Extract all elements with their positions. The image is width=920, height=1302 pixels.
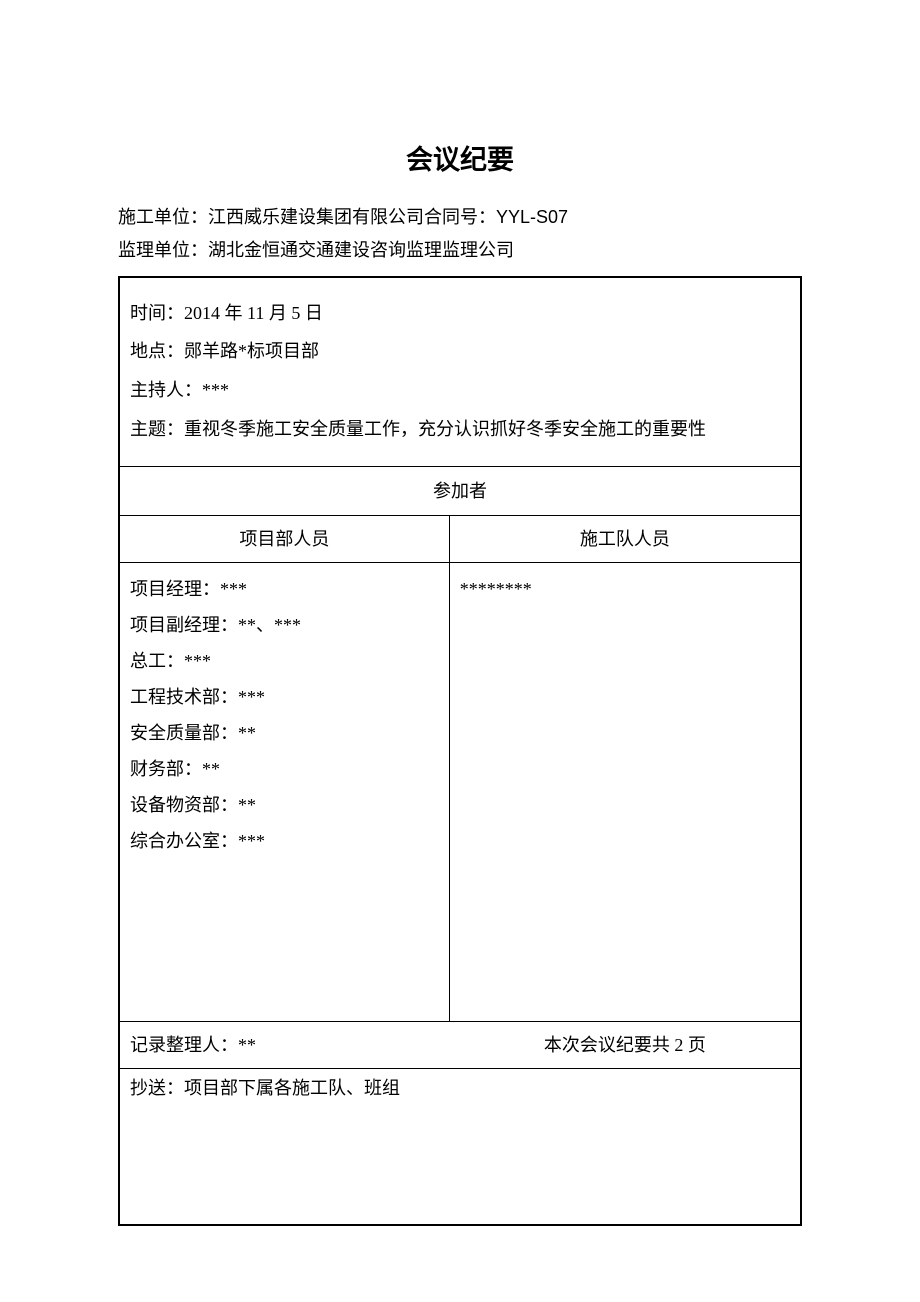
header-construction-unit: 施工单位：江西威乐建设集团有限公司合同号：YYL-S07: [118, 201, 802, 234]
meeting-topic: 主题：重视冬季施工安全质量工作，充分认识抓好冬季安全施工的重要性: [130, 410, 790, 449]
minutes-table: 时间：2014 年 11 月 5 日 地点：郧羊路*标项目部 主持人：*** 主…: [118, 276, 802, 1227]
list-item: 工程技术部：***: [130, 679, 439, 715]
recorder-row: 记录整理人：** 本次会议纪要共 2 页: [120, 1022, 800, 1069]
meeting-meta: 时间：2014 年 11 月 5 日 地点：郧羊路*标项目部 主持人：*** 主…: [120, 278, 800, 468]
list-item: 项目经理：***: [130, 571, 439, 607]
list-item: 安全质量部：**: [130, 715, 439, 751]
participants-column-headers: 项目部人员 施工队人员: [120, 516, 800, 563]
project-dept-list: 项目经理：*** 项目副经理：**、*** 总工：*** 工程技术部：*** 安…: [120, 563, 450, 1021]
participants-section-title: 参加者: [120, 467, 800, 516]
meeting-place: 地点：郧羊路*标项目部: [130, 332, 790, 371]
recorder-name: 记录整理人：**: [120, 1022, 450, 1068]
construction-team-list: ********: [450, 563, 800, 1021]
list-item: 设备物资部：**: [130, 787, 439, 823]
participants-body: 项目经理：*** 项目副经理：**、*** 总工：*** 工程技术部：*** 安…: [120, 563, 800, 1022]
construction-team-header: 施工队人员: [450, 516, 800, 562]
list-item: 项目副经理：**、***: [130, 607, 439, 643]
meeting-host: 主持人：***: [130, 371, 790, 410]
document-title: 会议纪要: [118, 138, 802, 177]
header-supervision-unit: 监理单位：湖北金恒通交通建设咨询监理监理公司: [118, 234, 802, 267]
list-item: 总工：***: [130, 643, 439, 679]
document-page: 会议纪要 施工单位：江西威乐建设集团有限公司合同号：YYL-S07 监理单位：湖…: [0, 0, 920, 1226]
list-item: 财务部：**: [130, 751, 439, 787]
list-item: ********: [460, 571, 790, 607]
page-count: 本次会议纪要共 2 页: [450, 1022, 800, 1068]
list-item: 综合办公室：***: [130, 823, 439, 859]
meeting-time: 时间：2014 年 11 月 5 日: [130, 294, 790, 333]
cc-row: 抄送：项目部下属各施工队、班组: [120, 1069, 800, 1224]
project-dept-header: 项目部人员: [120, 516, 450, 562]
